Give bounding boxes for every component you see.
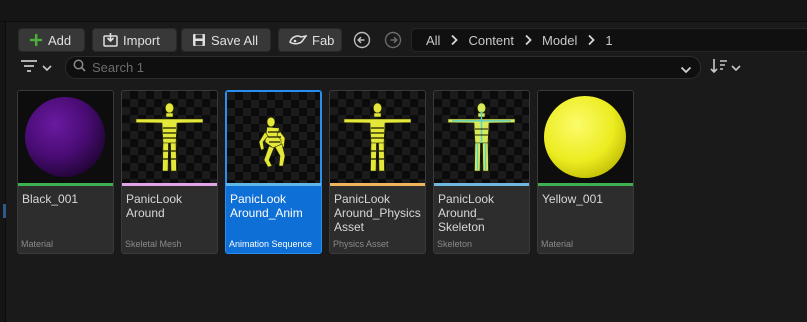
tpose-figure-icon (343, 102, 412, 172)
asset-tile-paniclook-around-anim[interactable]: PanicLook Around_Anim Animation Sequence (225, 90, 322, 254)
asset-thumbnail (434, 91, 529, 183)
import-button[interactable]: Import (92, 28, 177, 52)
asset-type: Material (21, 239, 54, 249)
filter-icon (20, 59, 38, 78)
save-all-button[interactable]: Save All (181, 28, 271, 52)
asset-type: Animation Sequence (229, 239, 313, 249)
asset-thumbnail (538, 91, 633, 183)
back-arrow-icon (352, 31, 372, 54)
asset-type: Skeletal Mesh (125, 239, 182, 249)
asset-type-color-bar (434, 183, 529, 186)
breadcrumb-model[interactable]: Model (542, 33, 577, 48)
chevron-down-icon[interactable] (680, 62, 692, 80)
chevron-down-icon (731, 59, 741, 77)
crouching-figure-icon (258, 116, 286, 168)
save-all-button-label: Save All (211, 32, 258, 48)
breadcrumb-folder[interactable]: 1 (605, 33, 612, 48)
asset-thumbnail (122, 91, 217, 183)
back-button[interactable] (352, 30, 372, 50)
skeleton-figure-icon (447, 102, 516, 172)
chevron-right-icon[interactable] (450, 34, 459, 46)
purple-sphere-icon (25, 97, 105, 177)
sort-button[interactable] (710, 58, 744, 78)
asset-tile-paniclook-around-physics-asset[interactable]: PanicLook Around_Physics Asset Physics A… (329, 90, 426, 254)
asset-thumbnail (330, 91, 425, 183)
asset-type: Physics Asset (333, 239, 389, 249)
asset-tile-yellow-001[interactable]: Yellow_001 Material (537, 90, 634, 254)
asset-thumbnail (226, 91, 321, 183)
asset-type: Skeleton (437, 239, 473, 249)
asset-thumbnail (18, 91, 113, 183)
import-button-label: Import (123, 32, 160, 48)
asset-tile-black-001[interactable]: Black_001 Material (17, 90, 114, 254)
forward-arrow-icon (383, 31, 403, 54)
add-button-label: Add (48, 32, 72, 48)
forward-button[interactable] (383, 30, 403, 50)
plus-icon (29, 33, 43, 47)
fab-button-label: Fab (312, 32, 335, 48)
asset-type: Material (541, 239, 574, 249)
top-bar (0, 0, 807, 22)
tpose-figure-icon (135, 102, 204, 172)
panel-splitter-handle[interactable] (3, 204, 6, 218)
asset-tile-paniclook-around[interactable]: PanicLook Around Skeletal Mesh (121, 90, 218, 254)
filter-button[interactable] (20, 58, 54, 78)
asset-name: Black_001 (22, 192, 79, 206)
add-button[interactable]: Add (18, 28, 85, 52)
breadcrumb-content[interactable]: Content (468, 33, 514, 48)
asset-tile-paniclook-around-skeleton[interactable]: PanicLook Around_ Skeleton Skeleton (433, 90, 530, 254)
asset-name: PanicLook Around (126, 192, 183, 220)
asset-type-color-bar (330, 183, 425, 186)
asset-name: PanicLook Around_Physics Asset (334, 192, 421, 234)
search-input[interactable] (92, 60, 662, 75)
asset-type-color-bar (538, 183, 633, 186)
sort-icon (710, 58, 728, 79)
fab-button[interactable]: Fab (278, 28, 342, 52)
left-panel-edge (0, 22, 6, 322)
fab-icon (289, 34, 307, 46)
chevron-right-icon[interactable] (587, 34, 596, 46)
asset-name: PanicLook Around_Anim (230, 192, 303, 220)
yellow-sphere-icon (544, 96, 626, 178)
asset-type-color-bar (226, 183, 321, 186)
import-icon (103, 33, 118, 47)
save-icon (192, 33, 206, 47)
asset-type-color-bar (122, 183, 217, 186)
search-box (65, 56, 701, 79)
asset-name: Yellow_001 (542, 192, 603, 206)
chevron-down-icon (42, 59, 52, 77)
search-icon (73, 59, 86, 77)
breadcrumb-all[interactable]: All (426, 33, 440, 48)
chevron-right-icon[interactable] (524, 34, 532, 46)
breadcrumb: All Content Model 1 (411, 28, 807, 52)
asset-name: PanicLook Around_ Skeleton (438, 192, 495, 234)
asset-type-color-bar (18, 183, 113, 186)
